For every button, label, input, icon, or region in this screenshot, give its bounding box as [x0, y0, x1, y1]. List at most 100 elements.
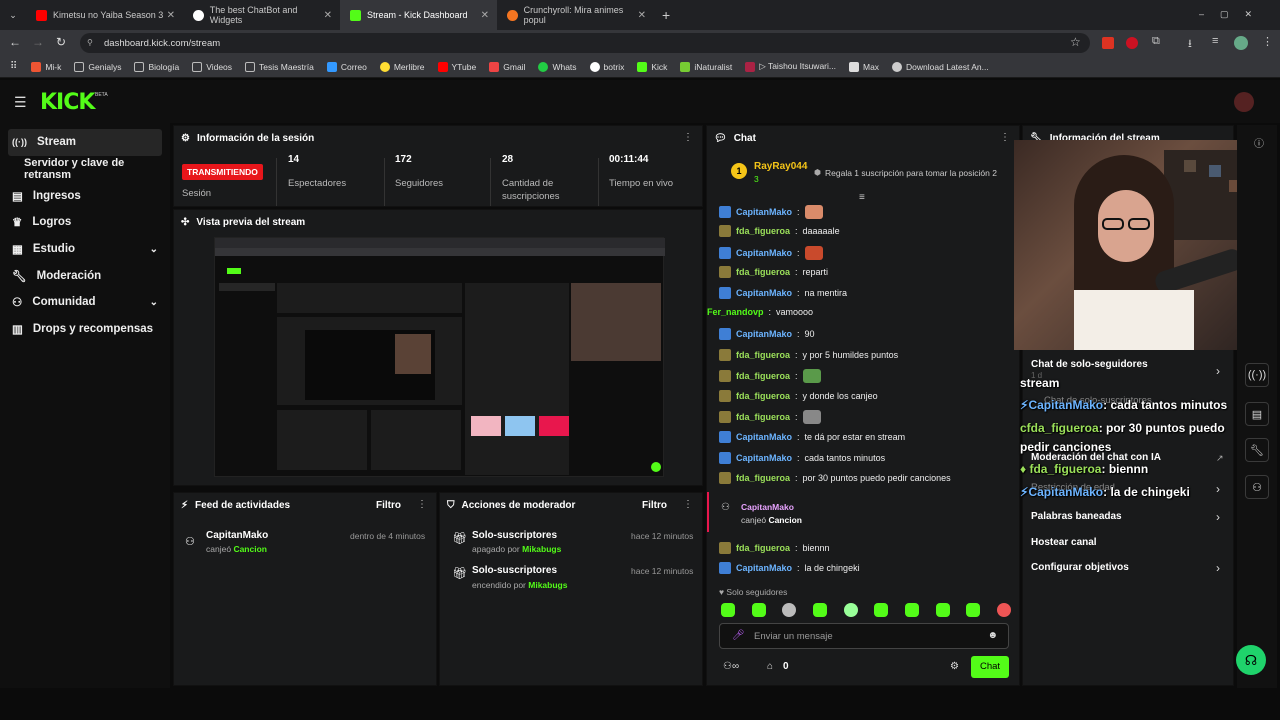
adblock-icon[interactable]	[1126, 37, 1138, 49]
chevron-right-icon[interactable]: ›	[1216, 510, 1220, 524]
pinned-user[interactable]: RayRay044	[754, 161, 807, 172]
bookmark[interactable]: Videos	[192, 61, 232, 72]
hamburger-menu-icon[interactable]: ☰	[14, 94, 27, 111]
settings-gear-icon[interactable]: ⚙	[950, 661, 959, 672]
bookmark[interactable]: botrix	[589, 61, 624, 72]
chevron-right-icon[interactable]: ›	[1216, 482, 1220, 496]
bookmark[interactable]: Kick	[637, 61, 667, 72]
sidebar-item-ingresos[interactable]: ▤ Ingresos	[0, 182, 170, 209]
bookmark-star-icon[interactable]: ☆	[1070, 35, 1081, 49]
bookmark[interactable]: Tesis Maestría	[245, 61, 314, 72]
more-options-icon[interactable]: ⋮	[683, 499, 693, 510]
chat-panel: 💬︎ Chat ⋮ 1 RayRay044 3 ⬢ Regala 1 suscri…	[706, 125, 1020, 686]
chevron-right-icon[interactable]: ›	[1216, 364, 1220, 378]
new-tab-button[interactable]: +	[662, 7, 670, 23]
extensions-icon[interactable]: ⧉	[1152, 35, 1160, 48]
emote-bar[interactable]	[721, 603, 1011, 619]
browser-tab[interactable]: Crunchyroll: Mira animes popul ✕	[497, 0, 654, 30]
browser-tab[interactable]: The best ChatBot and Widgets ✕	[183, 0, 340, 30]
estudio-icon: ▦	[12, 244, 23, 257]
bookmark[interactable]: Merlibre	[379, 61, 425, 72]
support-headset-button[interactable]: ☊	[1236, 645, 1266, 675]
tab-search-icon[interactable]: ⌄	[0, 10, 26, 21]
redeem-user[interactable]: CapitanMako	[741, 502, 794, 512]
panel-title: Información de la sesión	[196, 132, 315, 144]
setting-host-channel[interactable]: Hostear canal	[1031, 537, 1097, 548]
browser-menu-icon[interactable]: ⋮	[1262, 35, 1273, 48]
filter-button[interactable]: Filtro	[642, 500, 667, 511]
user-avatar[interactable]	[1234, 92, 1254, 112]
kick-logo[interactable]: KICK	[40, 90, 95, 115]
close-icon[interactable]: ✕	[638, 10, 646, 21]
chat-send-button[interactable]: Chat	[971, 656, 1009, 678]
extension-new-icon[interactable]	[1102, 37, 1114, 49]
bookmark[interactable]: ▷ Taishou Itsuwari...	[745, 61, 836, 72]
back-icon[interactable]: ←	[9, 35, 21, 49]
browser-tab-active[interactable]: Stream - Kick Dashboard ✕	[340, 0, 497, 30]
sidebar-item-comunidad[interactable]: ⚇ Comunidad ⌄	[0, 289, 170, 316]
more-options-icon[interactable]: ⋮	[1000, 132, 1010, 143]
sidebar-item-drops[interactable]: ▥ Drops y recompensas	[0, 316, 170, 343]
profile-avatar[interactable]	[1234, 36, 1248, 50]
sidebar-item-server-key[interactable]: Servidor y clave de retransm	[0, 156, 170, 183]
store-icon[interactable]: ▤	[1245, 402, 1269, 426]
emote-icon	[782, 603, 797, 617]
sidebar-item-stream[interactable]: ((·)) Stream	[8, 129, 162, 156]
drops-icon: ▥	[12, 324, 23, 337]
media-icon[interactable]: ≡	[1212, 35, 1218, 47]
chat-message: Fer_nandovp: vamoooo	[707, 307, 814, 317]
filter-button[interactable]: Filtro	[376, 500, 401, 511]
setting-banned-words[interactable]: Palabras baneadas	[1031, 511, 1122, 522]
overlay-chat-line: ♦ fda_figueroa: biennn	[1020, 462, 1149, 476]
stream-preview-video[interactable]	[214, 237, 665, 477]
sidebar-item-estudio[interactable]: ▦ Estudio ⌄	[0, 236, 170, 263]
chat-message: fda_figueroa: por 30 puntos puedo pedir c…	[719, 472, 951, 484]
bookmark[interactable]: Max	[848, 61, 879, 72]
beta-badge: BETA	[95, 92, 108, 98]
broadcast-icon[interactable]: ((·))	[1245, 363, 1269, 387]
sidebar-item-logros[interactable]: ♛ Logros	[0, 209, 170, 236]
sidebar-item-moderacion[interactable]: 🔧︎ Moderación	[0, 262, 170, 289]
gift-subscription-text[interactable]: Regala 1 suscripción para tomar la posic…	[825, 168, 997, 178]
bookmark[interactable]: Correo	[326, 61, 367, 72]
external-link-icon[interactable]: ↗	[1216, 453, 1224, 464]
overlay-chat-line: ⚡︎CapitanMako: la de chingeki	[1020, 485, 1190, 499]
site-info-icon[interactable]: ⚲	[87, 38, 93, 47]
forward-icon[interactable]: →	[32, 35, 44, 49]
download-icon[interactable]: ⭳	[1188, 35, 1192, 54]
wrench-icon: 🔧︎	[12, 270, 27, 283]
more-options-icon[interactable]: ⋮	[417, 499, 427, 510]
live-status-badge: TRANSMITIENDO	[182, 164, 263, 180]
window-controls[interactable]: –▢✕	[1199, 9, 1268, 20]
community-icon[interactable]: ⚇	[1245, 475, 1269, 499]
browser-tab[interactable]: Kimetsu no Yaiba Season 3 ✕	[26, 0, 183, 30]
reload-icon[interactable]: ↻	[56, 35, 66, 49]
close-icon[interactable]: ✕	[481, 10, 489, 21]
chevron-right-icon[interactable]: ›	[1216, 561, 1220, 575]
bookmark[interactable]: Biología	[134, 61, 179, 72]
apps-icon[interactable]: ⠿	[10, 61, 17, 72]
chat-input[interactable]: 🎤︎ Enviar un mensaje ☻	[719, 623, 1009, 649]
info-icon[interactable]: ⓘ	[1254, 135, 1264, 150]
stat-viewers: 14 Espectadores	[288, 154, 347, 189]
url-input[interactable]: dashboard.kick.com/stream	[80, 33, 1090, 53]
emote-icon	[802, 369, 821, 383]
microphone-icon[interactable]: 🎤︎	[732, 630, 745, 641]
users-infinity-icon[interactable]: ⚇∞	[723, 661, 739, 672]
more-options-icon[interactable]: ⋮	[683, 132, 693, 143]
setting-goals[interactable]: Configurar objetivos	[1031, 562, 1129, 573]
bookmark[interactable]: iNaturalist	[680, 61, 732, 72]
wrench-icon[interactable]: 🔧︎	[1245, 438, 1269, 462]
bookmark[interactable]: Whats	[538, 61, 577, 72]
bookmark[interactable]: Gmail	[489, 61, 525, 72]
activity-feed-panel: ⚡︎ Feed de actividades Filtro ⋮ ⚇ Capitan…	[173, 492, 437, 686]
bookmark[interactable]: Download Latest An...	[892, 61, 989, 72]
feed-user[interactable]: CapitanMako	[206, 530, 268, 541]
bookmark[interactable]: Mi-k	[31, 61, 61, 72]
bookmark[interactable]: Genialys	[74, 61, 121, 72]
bookmark[interactable]: YTube	[437, 61, 476, 72]
close-icon[interactable]: ✕	[167, 10, 175, 21]
emoji-icon[interactable]: ☻	[987, 630, 998, 641]
setting-followers-only[interactable]: Chat de solo-seguidores	[1031, 359, 1148, 370]
close-icon[interactable]: ✕	[324, 10, 332, 21]
